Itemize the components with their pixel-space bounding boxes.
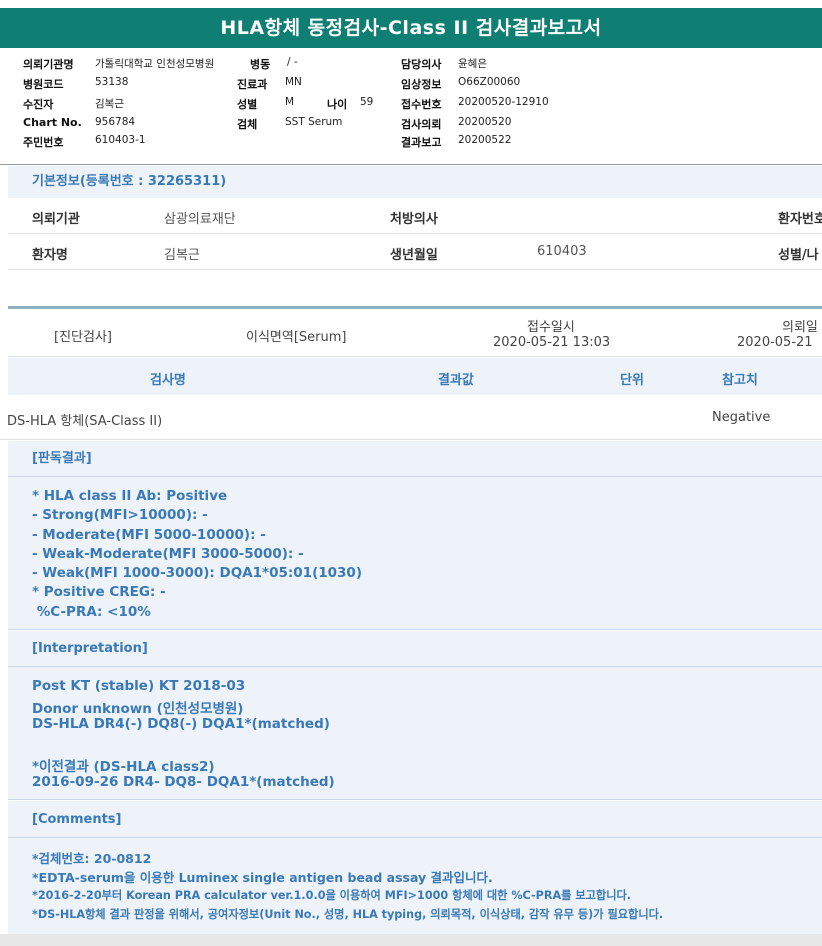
header-row-4: Chart No. 956784 검체 SST Serum 검사의뢰 20200… (0, 116, 822, 135)
name-label: 환자명 (32, 248, 68, 263)
judgement-line: * HLA class II Ab: Positive (32, 488, 228, 504)
basic-info-row-2: 환자명 김복근 생년월일 610403 성별/나 (8, 234, 822, 270)
request-date-value: 2020-05-21 (737, 335, 813, 350)
section-divider (8, 306, 822, 309)
header-row-1: 의뢰기관명 가톨릭대학교 인천성모병원 병동 / - 담당의사 윤혜은 (0, 56, 822, 75)
sex-age-label: 성별/나 (778, 248, 819, 263)
test-request-label: 검사의뢰 (401, 118, 442, 131)
test-request-value: 20200520 (458, 116, 512, 128)
bottom-scroll-strip (0, 934, 822, 946)
inst-label: 의뢰기관 (32, 212, 80, 227)
receipt-datetime-label: 접수일시 (527, 320, 575, 335)
test-category: [진단검사] (54, 330, 112, 345)
reference-cell: Negative (712, 410, 771, 425)
header-row-2: 병원코드 53138 진료과 MN 임상정보 O66Z00060 (0, 76, 822, 95)
report-title: HLA항체 동정검사-Class II 검사결과보고서 (0, 8, 822, 48)
age-label: 나이 (327, 98, 348, 111)
receipt-no-value: 20200520-12910 (458, 96, 549, 108)
dept-label: 진료과 (237, 78, 268, 91)
hospital-code-label: 병원코드 (23, 78, 64, 91)
result-table-header: 검사명 결과값 단위 참고치 (8, 358, 822, 395)
ward-label: 병동 (250, 58, 271, 71)
test-info-row: [진단검사] 이식면역[Serum] 접수일시 2020-05-21 13:03… (8, 312, 822, 357)
col-result: 결과값 (438, 373, 474, 388)
clinical-info-value: O66Z00060 (458, 76, 521, 88)
sex-label: 성별 (237, 98, 258, 111)
doctor-value: 윤혜은 (458, 58, 487, 70)
patient-value: 김복근 (95, 98, 124, 110)
receipt-datetime-value: 2020-05-21 13:03 (493, 335, 611, 350)
col-reference: 참고치 (722, 373, 758, 388)
chart-value: 956784 (95, 116, 136, 128)
judgement-line: - Weak-Moderate(MFI 3000-5000): - (32, 546, 304, 562)
report-header: 의뢰기관명 가톨릭대학교 인천성모병원 병동 / - 담당의사 윤혜은 병원코드… (0, 50, 822, 165)
interpretation-title: [Interpretation] (8, 631, 822, 667)
hospital-code-value: 53138 (95, 76, 129, 88)
judgement-line: - Weak(MFI 1000-3000): DQA1*05:01(1030) (32, 565, 362, 581)
judgement-line: - Moderate(MFI 5000-10000): - (32, 527, 266, 543)
ward-value: / - (287, 56, 298, 68)
request-date-label: 의뢰일 (782, 320, 818, 335)
table-row: DS-HLA 항체(SA-Class II) Negative (0, 396, 822, 440)
resident-label: 주민번호 (23, 136, 64, 149)
interpretation-line: Donor unknown (인천성모병원) (32, 701, 244, 717)
sex-value: M (285, 96, 295, 108)
header-row-3: 수진자 김복근 성별 M 나이 59 접수번호 20200520-12910 (0, 96, 822, 115)
specimen-value: SST Serum (285, 116, 343, 128)
birth-label: 생년월일 (390, 248, 438, 263)
judgement-line: %C-PRA: <10% (32, 604, 151, 620)
clinical-info-label: 임상정보 (401, 78, 442, 91)
specimen-label: 검체 (237, 118, 258, 131)
patient-label: 수진자 (23, 98, 54, 111)
col-test-name: 검사명 (150, 373, 186, 388)
basic-info-title: 기본정보(등록번호 : 32265311) (8, 166, 822, 198)
birth-value: 610403 (537, 244, 587, 259)
basic-info-row-1: 의뢰기관 삼광의료재단 처방의사 환자번호 (8, 198, 822, 234)
dept-value: MN (285, 76, 302, 88)
comment-line: *DS-HLA항체 결과 판정을 위해서, 공여자정보(Unit No., 성명… (32, 908, 664, 921)
test-name-cell: DS-HLA 항체(SA-Class II) (7, 414, 163, 429)
comment-line: *EDTA-serum을 이용한 Luminex single antigen … (32, 870, 493, 885)
comment-line: *2016-2-20부터 Korean PRA calculator ver.1… (32, 889, 632, 902)
receipt-no-label: 접수번호 (401, 98, 442, 111)
chart-label: Chart No. (23, 116, 82, 129)
resident-value: 610403-1 (95, 134, 146, 146)
inst-value: 삼광의료재단 (164, 212, 236, 227)
patient-no-label: 환자번호 (778, 212, 822, 227)
report-value: 20200522 (458, 134, 512, 146)
comments-title: [Comments] (8, 801, 822, 838)
interpretation-line: DS-HLA DR4(-) DQ8(-) DQA1*(matched) (32, 716, 330, 732)
institution-value: 가톨릭대학교 인천성모병원 (95, 58, 215, 70)
basic-info-section: 기본정보(등록번호 : 32265311) 의뢰기관 삼광의료재단 처방의사 환… (8, 166, 822, 270)
header-row-5: 주민번호 610403-1 결과보고 20200522 (0, 134, 822, 153)
test-subcategory: 이식면역[Serum] (246, 330, 347, 345)
name-value: 김복근 (164, 248, 200, 263)
interpretation-line: Post KT (stable) KT 2018-03 (32, 678, 246, 694)
judgement-line: - Strong(MFI>10000): - (32, 507, 208, 523)
judgement-line: * Positive CREG: - (32, 584, 166, 600)
col-unit: 단위 (620, 373, 644, 388)
institution-label: 의뢰기관명 (23, 58, 74, 71)
interpretation-line: 2016-09-26 DR4- DQ8- DQA1*(matched) (32, 774, 335, 790)
age-value: 59 (360, 96, 374, 108)
report-label: 결과보고 (401, 136, 442, 149)
comment-line: *검체번호: 20-0812 (32, 851, 152, 866)
interpretation-line: *이전결과 (DS-HLA class2) (32, 759, 215, 775)
prescriber-label: 처방의사 (390, 212, 438, 227)
judgement-title: [판독결과] (8, 441, 822, 477)
doctor-label: 담당의사 (401, 58, 442, 71)
